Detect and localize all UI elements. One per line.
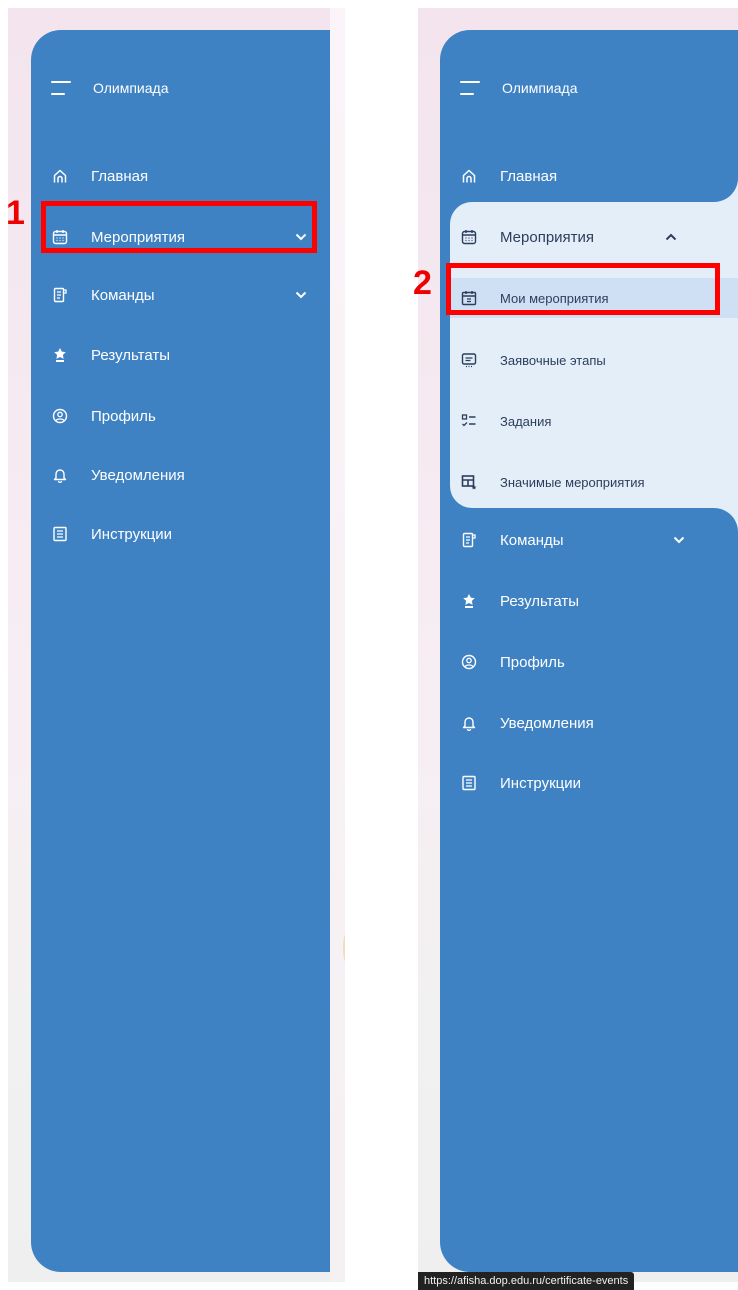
sidebar-item-home[interactable]: Главная — [440, 156, 738, 196]
sidebar-item-profile[interactable]: Профиль — [31, 396, 330, 436]
submenu-curve-top — [714, 178, 738, 202]
sidebar-item-instructions[interactable]: Инструкции — [31, 514, 330, 554]
sidebar-item-teams[interactable]: Команды — [31, 275, 330, 315]
app-title: Олимпиада — [502, 80, 578, 96]
sidebar-item-label: Уведомления — [500, 714, 594, 732]
highlight-box-events — [41, 201, 317, 253]
events-submenu: Мероприятия Мои мероприятия Заявочные эт… — [450, 202, 738, 508]
sidebar-item-label: Команды — [91, 286, 155, 304]
sidebar-item-label: Профиль — [91, 407, 156, 425]
sidebar-item-label: Уведомления — [91, 466, 185, 484]
sidebar-item-home[interactable]: Главная — [31, 156, 330, 196]
chevron-down-icon[interactable] — [672, 533, 686, 547]
sidebar-item-label: Инструкции — [500, 774, 582, 792]
submenu-item-significant-events[interactable]: Значимые мероприятия — [450, 462, 738, 502]
form-card-icon — [460, 351, 478, 369]
right-panel-expanded-state: Олимпиада Главная Мероприятия Мои меропр… — [418, 8, 738, 1282]
sidebar-header: Олимпиада — [440, 74, 578, 102]
sidebar-item-teams[interactable]: Команды — [440, 520, 738, 560]
bell-icon — [51, 466, 69, 484]
sidebar-item-label: Мероприятия — [500, 228, 595, 246]
left-panel-collapsed-state: Олимпиада Главная Мероприятия Команды Ре… — [8, 8, 345, 1282]
step-marker-2: 2 — [413, 264, 432, 302]
chevron-up-icon[interactable] — [664, 230, 678, 244]
sidebar-item-label: Главная — [91, 167, 149, 185]
table-star-icon — [460, 473, 478, 491]
sidebar-item-profile[interactable]: Профиль — [440, 642, 738, 682]
submenu-item-application-stages[interactable]: Заявочные этапы — [450, 340, 738, 380]
sidebar: Олимпиада Главная Мероприятия Мои меропр… — [440, 30, 738, 1272]
submenu-item-label: Значимые мероприятия — [500, 474, 645, 490]
chevron-down-icon[interactable] — [294, 288, 308, 302]
hamburger-menu-icon[interactable] — [51, 81, 73, 95]
home-icon — [51, 167, 69, 185]
trophy-star-icon — [460, 592, 478, 610]
sidebar-item-instructions[interactable]: Инструкции — [440, 763, 738, 803]
user-circle-icon — [460, 653, 478, 671]
bell-icon — [460, 714, 478, 732]
sidebar-item-events[interactable]: Мероприятия — [450, 217, 738, 257]
trophy-star-icon — [51, 346, 69, 364]
app-title: Олимпиада — [93, 80, 169, 96]
sidebar-item-label: Инструкции — [91, 525, 173, 543]
sidebar-item-notifications[interactable]: Уведомления — [31, 455, 330, 495]
team-document-icon — [51, 286, 69, 304]
document-list-icon — [51, 525, 69, 543]
submenu-item-tasks[interactable]: Задания — [450, 401, 738, 441]
home-icon — [460, 167, 478, 185]
sidebar-item-label: Результаты — [91, 346, 170, 364]
page-content-strip — [330, 8, 345, 1282]
hamburger-menu-icon[interactable] — [460, 81, 482, 95]
sidebar-item-label: Главная — [500, 167, 558, 185]
sidebar-item-results[interactable]: Результаты — [31, 335, 330, 375]
sidebar-item-label: Результаты — [500, 592, 579, 610]
highlight-box-my-events — [446, 263, 720, 315]
status-bar-url: https://afisha.dop.edu.ru/certificate-ev… — [418, 1272, 635, 1290]
sidebar-header: Олимпиада — [31, 74, 169, 102]
team-document-icon — [460, 531, 478, 549]
step-marker-1: 1 — [6, 194, 25, 232]
document-list-icon — [460, 774, 478, 792]
calendar-icon — [460, 228, 478, 246]
user-circle-icon — [51, 407, 69, 425]
submenu-item-label: Заявочные этапы — [500, 352, 606, 368]
sidebar-item-notifications[interactable]: Уведомления — [440, 703, 738, 743]
sidebar-item-results[interactable]: Результаты — [440, 581, 738, 621]
sidebar-item-label: Команды — [500, 531, 564, 549]
checklist-icon — [460, 412, 478, 430]
sidebar-item-label: Профиль — [500, 653, 565, 671]
submenu-item-label: Задания — [500, 413, 552, 429]
